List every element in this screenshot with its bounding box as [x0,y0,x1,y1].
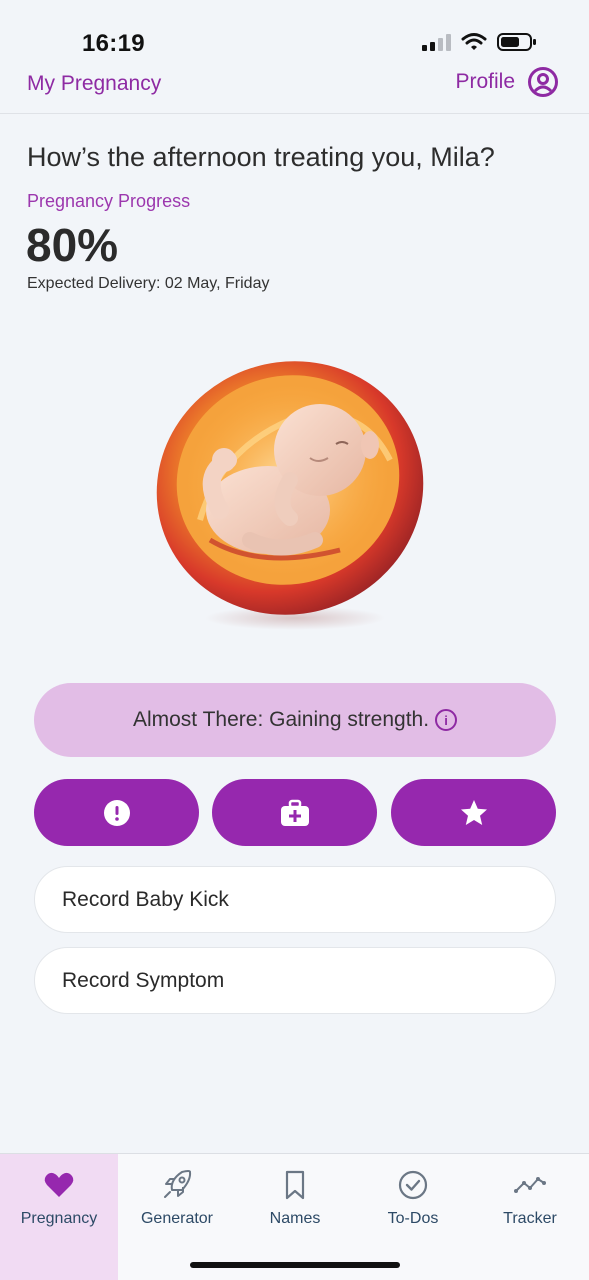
bookmark-icon [285,1170,305,1200]
battery-icon [497,33,536,51]
medical-button[interactable] [212,779,377,846]
tab-tracker[interactable]: Tracker [471,1154,589,1280]
profile-label: Profile [455,70,515,93]
greeting-text: How’s the afternoon treating you, Mila? [27,142,495,172]
progress-value: 80% [26,219,119,271]
medical-kit-icon [280,799,309,826]
tab-label: Tracker [503,1210,557,1227]
profile-button[interactable]: Profile [455,66,559,98]
stage-text: Almost There: Gaining strength. [132,708,430,731]
rocket-icon [164,1170,192,1198]
progress-label: Pregnancy Progress [27,191,191,211]
user-circle-icon [528,67,558,97]
stage-banner: Almost There: Gaining strength. i [34,683,556,757]
favorite-button[interactable] [391,779,556,846]
status-bar: 16:19 [0,0,589,70]
wifi-icon [461,33,487,50]
heart-icon [44,1172,74,1197]
record-baby-kick-button[interactable]: Record Baby Kick [34,866,556,933]
tab-pregnancy[interactable]: Pregnancy [0,1154,118,1280]
record-baby-kick-label: Record Baby Kick [62,887,229,911]
info-icon[interactable]: i [435,709,458,731]
record-symptom-label: Record Symptom [62,968,225,992]
tab-label: Names [269,1210,321,1227]
page-title: My Pregnancy [27,72,162,95]
home-indicator [190,1262,400,1268]
fetus-in-womb-illustration [156,361,424,630]
tab-label: To-Dos [387,1210,439,1227]
top-header: My Pregnancy Profile [0,62,589,114]
star-icon [460,799,487,825]
record-symptom-button[interactable]: Record Symptom [34,947,556,1014]
alert-icon [103,799,130,826]
status-icons [422,32,537,52]
trend-line-icon [514,1177,546,1193]
check-circle-icon [398,1170,428,1200]
action-buttons [34,779,556,847]
app-screen: 16:19 My Pregnancy Profile How’s the aft… [0,0,589,1280]
cellular-signal-icon [422,33,451,51]
bottom-nav: Pregnancy Generator Names To-Dos Tracker [0,1153,589,1280]
expected-delivery: Expected Delivery: 02 May, Friday [27,275,270,292]
status-time: 16:19 [82,30,145,57]
tab-label: Generator [140,1210,214,1227]
tab-label: Pregnancy [20,1210,98,1227]
alert-button[interactable] [34,779,199,846]
